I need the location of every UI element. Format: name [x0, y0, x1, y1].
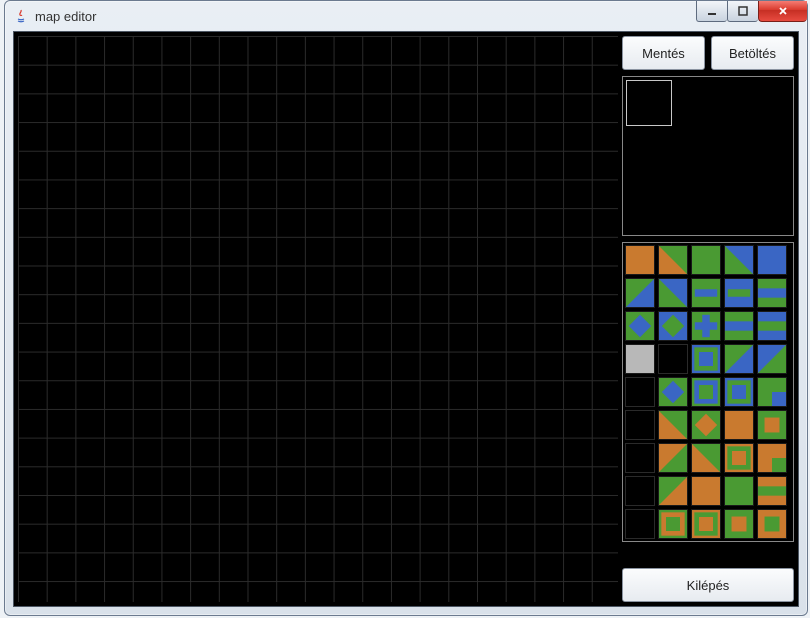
palette-tile-black4[interactable]: [625, 443, 655, 473]
palette-tile-orange-bar[interactable]: [757, 476, 787, 506]
client-area: Mentés Betöltés Kilépés: [13, 31, 799, 607]
palette-tile-green-diamond-orange[interactable]: [691, 410, 721, 440]
palette-tile-blue-diag-br[interactable]: [757, 344, 787, 374]
load-button[interactable]: Betöltés: [711, 36, 794, 70]
palette-tile-orange-plain[interactable]: [625, 245, 655, 275]
palette-tile-blue-ring-green2[interactable]: [724, 377, 754, 407]
palette-tile-green-diag-tl[interactable]: [724, 245, 754, 275]
tile-preview: [622, 76, 794, 236]
palette-tile-blue-diamond-green[interactable]: [658, 311, 688, 341]
palette-tile-black1[interactable]: [658, 344, 688, 374]
palette-tile-orange-ring-green[interactable]: [724, 443, 754, 473]
palette-tile-blue-band[interactable]: [757, 278, 787, 308]
palette-tile-green-notch[interactable]: [757, 311, 787, 341]
preview-tile: [626, 80, 672, 126]
palette-tile-green-diag-br[interactable]: [724, 344, 754, 374]
maximize-button[interactable]: [727, 1, 758, 22]
palette-tile-blue-ring-green[interactable]: [691, 344, 721, 374]
palette-tile-green-flat[interactable]: [724, 476, 754, 506]
palette-tile-green-inner-orange2[interactable]: [724, 509, 754, 539]
side-panel: Mentés Betöltés Kilépés: [622, 32, 798, 606]
palette-tile-orange-diag-tl2[interactable]: [658, 410, 688, 440]
palette-tile-green-cross[interactable]: [691, 311, 721, 341]
palette-tile-mixed-1[interactable]: [757, 377, 787, 407]
exit-button[interactable]: Kilépés: [622, 568, 794, 602]
palette-tile-black5[interactable]: [625, 476, 655, 506]
window-title: map editor: [35, 9, 96, 24]
palette-tile-orange-plain2[interactable]: [724, 410, 754, 440]
palette-tile-orange-ring-green2[interactable]: [691, 509, 721, 539]
palette-tile-green-inner-orange[interactable]: [757, 410, 787, 440]
window-frame: map editor Mentés Betöltés: [4, 0, 808, 616]
palette-tile-orange-diag-tl[interactable]: [658, 245, 688, 275]
map-canvas[interactable]: [18, 36, 618, 602]
palette-tile-blue-plain[interactable]: [757, 245, 787, 275]
map-grid: [18, 36, 618, 602]
title-bar[interactable]: map editor: [5, 1, 807, 31]
palette-tile-green-diag-bl-o[interactable]: [691, 443, 721, 473]
palette-tile-green-diamond-blue2[interactable]: [658, 377, 688, 407]
palette-tile-green-ring-blue[interactable]: [691, 377, 721, 407]
palette-tile-blue-diag-tr[interactable]: [625, 278, 655, 308]
palette-tile-blue-diag-bl[interactable]: [658, 278, 688, 308]
palette-tile-green-diamond-blue[interactable]: [625, 311, 655, 341]
palette-tile-orange-corners[interactable]: [757, 443, 787, 473]
palette-tile-green-diag-tr-o[interactable]: [658, 443, 688, 473]
save-button[interactable]: Mentés: [622, 36, 705, 70]
palette-tile-green-plain[interactable]: [691, 245, 721, 275]
palette-tile-orange-flat[interactable]: [691, 476, 721, 506]
palette-tile-orange-inner-green[interactable]: [757, 509, 787, 539]
java-icon: [13, 8, 29, 24]
palette-tile-green-diag-br-o[interactable]: [658, 476, 688, 506]
palette-tile-green-bar-h[interactable]: [691, 278, 721, 308]
palette-tile-blue-notch[interactable]: [724, 311, 754, 341]
palette-tile-green-ring-orange[interactable]: [658, 509, 688, 539]
window-controls: [696, 1, 807, 21]
palette-tile-black2[interactable]: [625, 377, 655, 407]
palette-tile-black3[interactable]: [625, 410, 655, 440]
palette-tile-black6[interactable]: [625, 509, 655, 539]
palette-tile-blue-bar-h[interactable]: [724, 278, 754, 308]
minimize-button[interactable]: [696, 1, 727, 22]
palette-tile-gray-plain[interactable]: [625, 344, 655, 374]
close-button[interactable]: [758, 1, 807, 22]
tile-palette[interactable]: [622, 242, 794, 542]
